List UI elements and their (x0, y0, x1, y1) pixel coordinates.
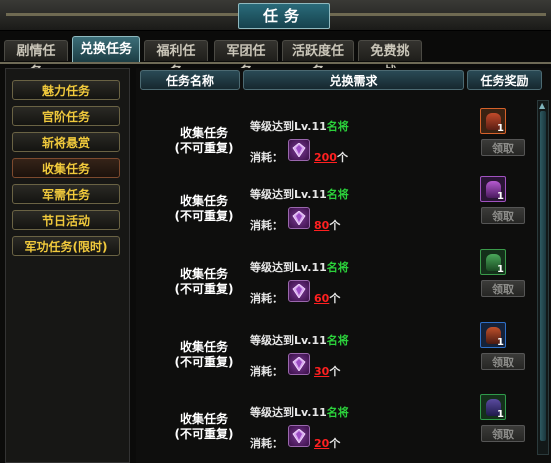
reward-hero-card-icon[interactable]: 1 (480, 249, 506, 275)
task-tabs: 剧情任务 兑换任务 福利任务 军团任务 活跃度任务 免费挑战 (0, 36, 551, 80)
tab-divider (0, 62, 551, 64)
table-row: 收集任务 (不可重复) 等级达到Lv.11名将 消耗： 20个 1 领取 (140, 394, 536, 458)
window-title-bar: 任务 (0, 0, 551, 31)
header-reward: 任务奖励 (467, 70, 542, 90)
reward-count: 1 (497, 409, 504, 420)
task-name: 收集任务 (不可重复) (174, 412, 234, 441)
reward-count: 1 (497, 264, 504, 275)
claim-button[interactable]: 领取 (481, 353, 525, 370)
requirement-text: 等级达到Lv.11名将 (250, 406, 349, 419)
reward-hero-card-icon[interactable]: 1 (480, 394, 506, 420)
reward-count: 1 (497, 191, 504, 202)
crystal-icon (288, 207, 310, 229)
sidebar-item-collect[interactable]: 收集任务 (12, 158, 120, 178)
claim-button[interactable]: 领取 (481, 207, 525, 224)
reward-hero-card-icon[interactable]: 1 (480, 108, 506, 134)
tab-welfare[interactable]: 福利任务 (144, 40, 208, 80)
requirement-text: 等级达到Lv.11名将 (250, 188, 349, 201)
title-ornament-right (328, 13, 546, 16)
table-row: 收集任务 (不可重复) 等级达到Lv.11名将 消耗： 80个 1 领取 (140, 176, 536, 240)
requirement-text: 等级达到Lv.11名将 (250, 334, 349, 347)
cost-value: 80个 (314, 219, 341, 232)
cost-label: 消耗： (250, 437, 283, 450)
cost-label: 消耗： (250, 219, 283, 232)
tab-story[interactable]: 剧情任务 (4, 40, 68, 80)
cost-value: 60个 (314, 292, 341, 305)
reward-hero-card-icon[interactable]: 1 (480, 176, 506, 202)
task-name: 收集任务 (不可重复) (174, 194, 234, 223)
header-requirement: 兑换需求 (243, 70, 464, 90)
crystal-icon (288, 139, 310, 161)
sidebar-item-merit[interactable]: 军功任务(限时) (12, 236, 120, 256)
cost-value: 30个 (314, 365, 341, 378)
table-row: 收集任务 (不可重复) 等级达到Lv.11名将 消耗： 30个 1 领取 (140, 322, 536, 386)
cost-label: 消耗： (250, 365, 283, 378)
tab-legion[interactable]: 军团任务 (214, 40, 278, 80)
crystal-icon (288, 425, 310, 447)
sidebar-item-rank[interactable]: 官阶任务 (12, 106, 120, 126)
sidebar-item-charm[interactable]: 魅力任务 (12, 80, 120, 100)
cost-label: 消耗： (250, 292, 283, 305)
requirement-text: 等级达到Lv.11名将 (250, 261, 349, 274)
reward-count: 1 (497, 337, 504, 348)
sidebar-item-supply[interactable]: 军需任务 (12, 184, 120, 204)
sidebar-item-festival[interactable]: 节日活动 (12, 210, 120, 230)
scroll-up-icon[interactable]: ▲ (539, 101, 545, 110)
window-title: 任务 (238, 3, 330, 29)
scrollbar[interactable]: ▲ (537, 100, 549, 455)
sidebar: 魅力任务 官阶任务 斩将悬赏 收集任务 军需任务 节日活动 军功任务(限时) (5, 68, 130, 463)
cost-label: 消耗： (250, 151, 283, 164)
tab-activity[interactable]: 活跃度任务 (282, 40, 354, 80)
claim-button[interactable]: 领取 (481, 139, 525, 156)
cost-value: 200个 (314, 151, 348, 164)
scrollbar-thumb[interactable] (540, 111, 546, 441)
cost-value: 20个 (314, 437, 341, 450)
claim-button[interactable]: 领取 (481, 280, 525, 297)
tab-exchange[interactable]: 兑换任务 (72, 36, 140, 62)
table-row: 收集任务 (不可重复) 等级达到Lv.11名将 消耗： 200个 1 领取 (140, 108, 536, 172)
crystal-icon (288, 353, 310, 375)
reward-count: 1 (497, 123, 504, 134)
requirement-text: 等级达到Lv.11名将 (250, 120, 349, 133)
task-name: 收集任务 (不可重复) (174, 126, 234, 155)
task-name: 收集任务 (不可重复) (174, 267, 234, 296)
task-name: 收集任务 (不可重复) (174, 340, 234, 369)
table-row: 收集任务 (不可重复) 等级达到Lv.11名将 消耗： 60个 1 领取 (140, 249, 536, 313)
reward-hero-card-icon[interactable]: 1 (480, 322, 506, 348)
claim-button[interactable]: 领取 (481, 425, 525, 442)
crystal-icon (288, 280, 310, 302)
title-ornament-left (6, 13, 238, 16)
task-table: 任务名称 兑换需求 任务奖励 收集任务 (不可重复) 等级达到Lv.11名将 消耗… (136, 68, 551, 463)
header-task-name: 任务名称 (140, 70, 240, 90)
tab-free-challenge[interactable]: 免费挑战 (358, 40, 422, 80)
sidebar-item-bounty[interactable]: 斩将悬赏 (12, 132, 120, 152)
